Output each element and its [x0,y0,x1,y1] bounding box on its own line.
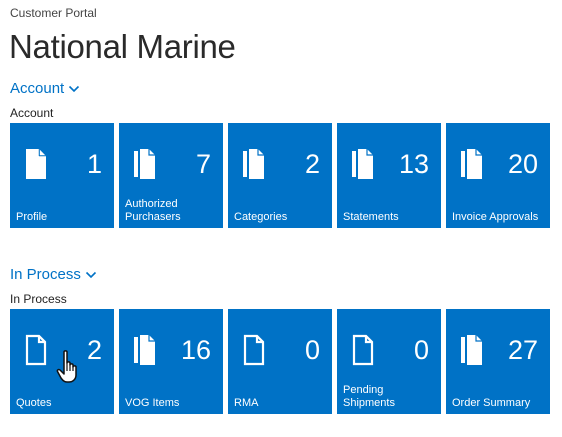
tile-count: 0 [304,335,320,365]
tile-invoice-approvals[interactable]: 20 Invoice Approvals [446,123,550,228]
documents-stack-icon [134,335,155,365]
documents-stack-icon [461,149,482,179]
tile-count: 2 [304,149,320,179]
outline-document-icon [243,334,265,366]
tile-count: 27 [507,335,538,365]
tile-label: Categories [234,211,288,223]
account-group-toggle-label[interactable]: Account [10,80,64,98]
page-title: National Marine [9,28,236,65]
tile-count: 1 [86,149,102,179]
tile-vog-items[interactable]: 16 VOG Items [119,309,223,414]
tile-pending-shipments[interactable]: 0 Pending Shipments [337,309,441,414]
tile-label: Invoice Approvals [452,211,539,223]
tile-count: 16 [180,335,211,365]
tile-authorized-purchasers[interactable]: 7 Authorized Purchasers [119,123,223,228]
documents-stack-icon [243,149,264,179]
account-group-toggle[interactable]: Account [10,80,80,98]
tile-rma[interactable]: 0 RMA [228,309,332,414]
tile-label: Quotes [16,397,52,409]
documents-stack-icon [461,335,482,365]
chevron-down-icon[interactable] [68,84,80,94]
tile-profile[interactable]: 1 Profile [10,123,114,228]
chevron-down-icon[interactable] [85,270,97,280]
document-icon [26,149,46,179]
tile-count: 0 [413,335,429,365]
tile-order-summary[interactable]: 27 Order Summary [446,309,550,414]
tile-label: Statements [343,211,399,223]
tile-statements[interactable]: 13 Statements [337,123,441,228]
documents-stack-icon [352,149,373,179]
tile-count: 7 [195,149,211,179]
tile-count: 20 [507,149,538,179]
account-group-label: Account [10,106,54,120]
tile-label: Profile [16,211,48,223]
tile-categories[interactable]: 2 Categories [228,123,332,228]
tile-label: RMA [234,397,259,409]
breadcrumb: Customer Portal [10,6,97,20]
in-process-group-toggle-label[interactable]: In Process [10,266,81,284]
tile-label: Order Summary [452,397,531,409]
in-process-group-label: In Process [10,292,67,306]
outline-document-icon [25,334,47,366]
tile-count: 13 [398,149,429,179]
tile-label: Authorized Purchasers [125,198,181,223]
outline-document-icon [352,334,374,366]
documents-stack-icon [134,149,155,179]
tile-label: VOG Items [125,397,180,409]
tile-count: 2 [86,335,102,365]
hand-pointer-cursor-icon [56,350,77,383]
tile-label: Pending Shipments [343,384,395,409]
in-process-group-toggle[interactable]: In Process [10,266,97,284]
